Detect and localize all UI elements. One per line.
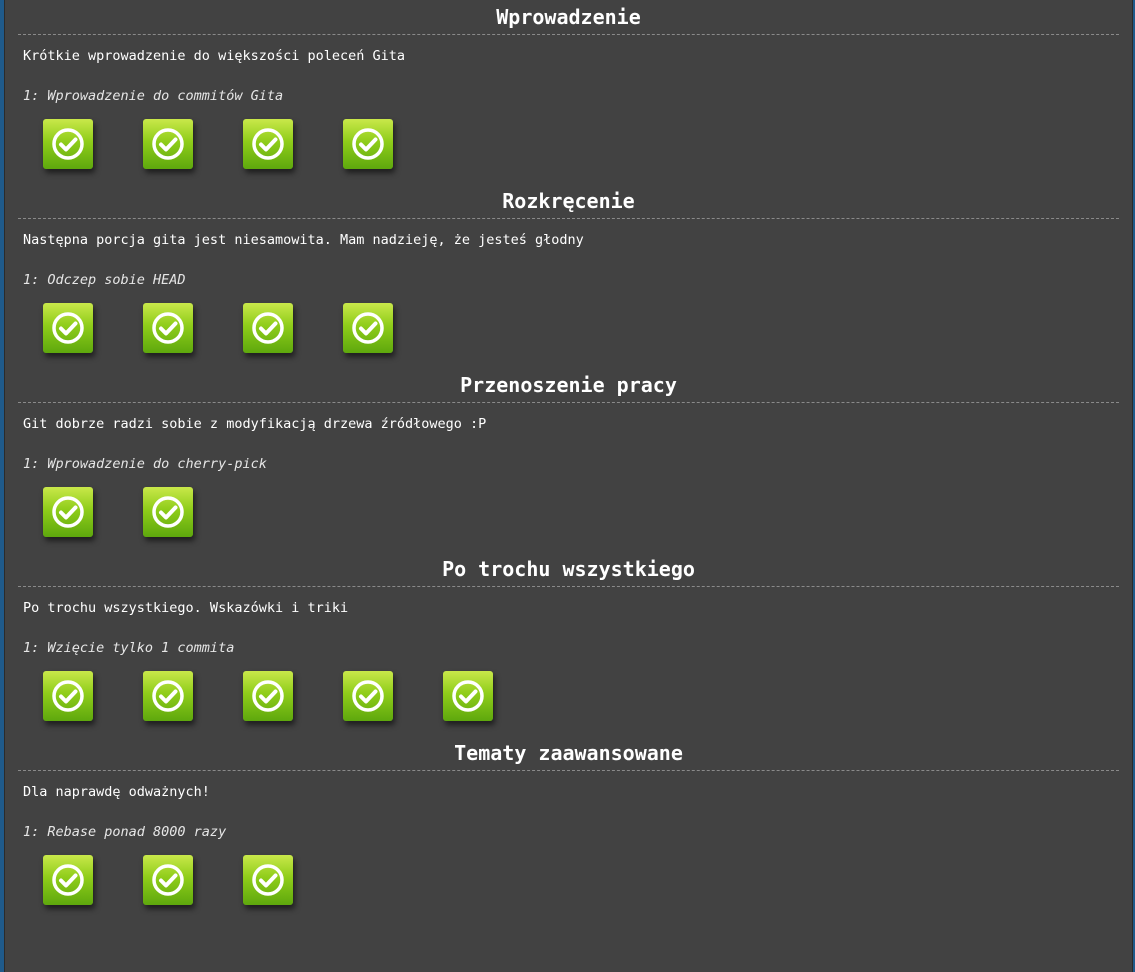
- check-icon: [452, 680, 484, 712]
- sequence-section: Rozkręcenie Następna porcja gita jest ni…: [5, 184, 1132, 368]
- check-icon: [252, 680, 284, 712]
- sequence-title: Rozkręcenie: [18, 184, 1119, 219]
- check-icon: [152, 496, 184, 528]
- level-button[interactable]: [143, 119, 193, 169]
- check-icon: [252, 128, 284, 160]
- level-button[interactable]: [243, 303, 293, 353]
- check-icon: [352, 128, 384, 160]
- check-icon: [152, 864, 184, 896]
- level-button[interactable]: [143, 303, 193, 353]
- level-button[interactable]: [43, 119, 93, 169]
- level-button[interactable]: [43, 855, 93, 905]
- level-button[interactable]: [443, 671, 493, 721]
- level-button[interactable]: [243, 855, 293, 905]
- check-icon: [52, 680, 84, 712]
- sequence-list: Wprowadzenie Krótkie wprowadzenie do wię…: [5, 0, 1132, 920]
- level-button-row: [43, 303, 1114, 368]
- selected-level-name: 1: Wprowadzenie do commitów Gita: [23, 88, 284, 104]
- sequence-section: Wprowadzenie Krótkie wprowadzenie do wię…: [5, 0, 1132, 184]
- sequence-title: Wprowadzenie: [18, 0, 1119, 35]
- level-button[interactable]: [143, 487, 193, 537]
- level-button[interactable]: [43, 671, 93, 721]
- sequence-title: Tematy zaawansowane: [18, 736, 1119, 771]
- level-button[interactable]: [43, 487, 93, 537]
- level-button-row: [43, 855, 1114, 920]
- sequence-description: Po trochu wszystkiego. Wskazówki i triki: [23, 600, 349, 616]
- sequence-section: Przenoszenie pracy Git dobrze radzi sobi…: [5, 368, 1132, 552]
- sequence-title: Po trochu wszystkiego: [18, 552, 1119, 587]
- sequence-section: Po trochu wszystkiego Po trochu wszystki…: [5, 552, 1132, 736]
- sequence-description: Krótkie wprowadzenie do większości polec…: [23, 48, 406, 64]
- selected-level-name: 1: Wzięcie tylko 1 commita: [23, 640, 235, 656]
- level-button[interactable]: [343, 303, 393, 353]
- sequence-description: Dla naprawdę odważnych!: [23, 784, 210, 800]
- sequence-title: Przenoszenie pracy: [18, 368, 1119, 403]
- level-button[interactable]: [243, 119, 293, 169]
- check-icon: [152, 312, 184, 344]
- sequence-section: Tematy zaawansowane Dla naprawdę odważny…: [5, 736, 1132, 920]
- level-button[interactable]: [43, 303, 93, 353]
- check-icon: [52, 864, 84, 896]
- level-button-row: [43, 671, 1114, 736]
- check-icon: [52, 496, 84, 528]
- check-icon: [52, 312, 84, 344]
- level-select-panel: Wprowadzenie Krótkie wprowadzenie do wię…: [4, 0, 1133, 972]
- level-button[interactable]: [243, 671, 293, 721]
- check-icon: [52, 128, 84, 160]
- check-icon: [152, 680, 184, 712]
- selected-level-name: 1: Rebase ponad 8000 razy: [23, 824, 227, 840]
- check-icon: [352, 680, 384, 712]
- check-icon: [252, 864, 284, 896]
- level-button[interactable]: [343, 119, 393, 169]
- level-button-row: [43, 487, 1114, 552]
- check-icon: [252, 312, 284, 344]
- selected-level-name: 1: Wprowadzenie do cherry-pick: [23, 456, 267, 472]
- level-button-row: [43, 119, 1114, 184]
- check-icon: [152, 128, 184, 160]
- level-button[interactable]: [143, 855, 193, 905]
- level-button[interactable]: [143, 671, 193, 721]
- selected-level-name: 1: Odczep sobie HEAD: [23, 272, 186, 288]
- level-button[interactable]: [343, 671, 393, 721]
- sequence-description: Następna porcja gita jest niesamowita. M…: [23, 232, 584, 248]
- check-icon: [352, 312, 384, 344]
- sequence-description: Git dobrze radzi sobie z modyfikacją drz…: [23, 416, 487, 432]
